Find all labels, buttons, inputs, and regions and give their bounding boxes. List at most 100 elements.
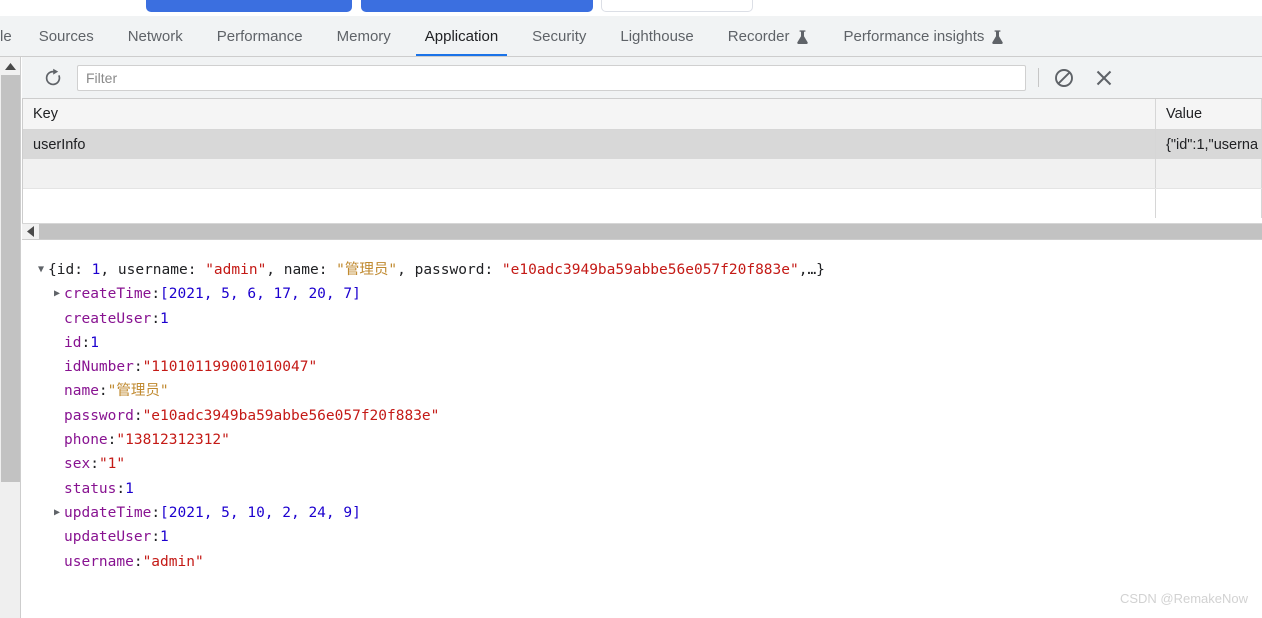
json-property-row[interactable]: updateUser: 1: [22, 525, 1262, 549]
page-primary-button-2[interactable]: [361, 0, 593, 12]
json-token: "admin": [205, 262, 267, 278]
json-property-key: sex: [64, 456, 91, 473]
column-header-value[interactable]: Value: [1155, 99, 1262, 130]
json-token: :: [187, 262, 206, 278]
tab-memory[interactable]: Memory: [320, 16, 408, 56]
tab-label: Lighthouse: [620, 27, 694, 45]
json-root-summary[interactable]: ▼ {id: 1, username: "admin", name: "管理员"…: [22, 258, 1262, 282]
vertical-scrollbar-thumb[interactable]: [1, 75, 20, 482]
json-token: username: [117, 262, 188, 278]
json-colon: :: [133, 407, 143, 424]
json-token: ,: [266, 262, 284, 278]
tab-network[interactable]: Network: [111, 16, 200, 56]
json-property-row[interactable]: phone: "13812312312": [22, 428, 1262, 452]
json-colon: :: [98, 383, 108, 400]
chevron-right-icon[interactable]: ▶: [50, 282, 64, 306]
clear-all-icon[interactable]: [1049, 63, 1079, 93]
tab-recorder[interactable]: Recorder: [711, 16, 827, 56]
chevron-right-icon[interactable]: ▶: [50, 501, 64, 525]
tab-label: Sources: [38, 27, 94, 45]
table-row[interactable]: userInfo {"id":1,"userna: [23, 129, 1262, 159]
toolbar-separator: [1038, 68, 1039, 87]
json-property-value: [2021, 5, 6, 17, 20, 7]: [160, 286, 361, 303]
json-colon: :: [151, 504, 161, 521]
table-row-empty[interactable]: [23, 159, 1262, 189]
tab-label: Security: [532, 27, 587, 45]
tab-console[interactable]: le: [0, 16, 22, 56]
json-property-value: 1: [160, 310, 169, 327]
filter-input[interactable]: [77, 64, 1026, 91]
json-token: id: [56, 262, 75, 278]
delete-selected-icon[interactable]: [1089, 63, 1119, 93]
tab-performance[interactable]: Performance: [200, 16, 320, 56]
json-row-spacer: [50, 452, 64, 476]
page-primary-button-1[interactable]: [146, 0, 352, 12]
json-row-spacer: [50, 477, 64, 501]
json-token: ,: [100, 262, 118, 278]
json-colon: :: [81, 334, 91, 351]
horizontal-scrollbar-thumb[interactable]: [39, 224, 1262, 239]
tab-label: Performance: [216, 27, 303, 45]
json-colon: :: [151, 310, 161, 327]
json-property-key: name: [64, 383, 99, 400]
tab-performance-insights[interactable]: Performance insights: [826, 16, 1021, 56]
json-property-key: updateUser: [64, 529, 152, 546]
cell-value: [1155, 188, 1262, 218]
tab-label: Performance insights: [843, 27, 985, 45]
json-property-key: createTime: [64, 286, 152, 303]
table-row-empty[interactable]: [23, 188, 1262, 218]
json-property-value: 1: [90, 334, 99, 351]
cell-value: [1155, 159, 1262, 189]
table-header-row: Key Value: [23, 99, 1262, 130]
flask-icon: [796, 29, 809, 45]
json-property-row[interactable]: ▶ updateTime: [2021, 5, 10, 2, 24, 9]: [22, 501, 1262, 525]
tab-lighthouse[interactable]: Lighthouse: [603, 16, 710, 56]
tab-sources[interactable]: Sources: [22, 16, 111, 56]
tab-security[interactable]: Security: [515, 16, 603, 56]
json-property-row[interactable]: sex: "1": [22, 452, 1262, 476]
json-property-row[interactable]: name: "管理员": [22, 379, 1262, 403]
json-property-row[interactable]: status: 1: [22, 477, 1262, 501]
json-colon: :: [116, 480, 126, 497]
json-row-spacer: [50, 355, 64, 379]
tab-label: Network: [127, 27, 183, 45]
horizontal-scrollbar[interactable]: [22, 223, 1262, 240]
vertical-scrollbar[interactable]: [0, 57, 21, 618]
json-property-key: status: [64, 480, 117, 497]
json-token: ,: [397, 262, 415, 278]
devtools-tab-bar: le Sources Network Performance Memory Ap…: [0, 16, 1262, 57]
json-property-row[interactable]: id: 1: [22, 331, 1262, 355]
json-row-spacer: [50, 404, 64, 428]
json-colon: :: [107, 432, 117, 449]
tab-label: le: [0, 27, 12, 45]
json-property-row[interactable]: password: "e10adc3949ba59abbe56e057f20f8…: [22, 404, 1262, 428]
json-property-row[interactable]: createUser: 1: [22, 307, 1262, 331]
page-default-button-3[interactable]: [601, 0, 753, 12]
json-property-key: updateTime: [64, 504, 152, 521]
storage-toolbar: [22, 57, 1262, 99]
json-property-value: 1: [160, 529, 169, 546]
scroll-left-arrow-icon[interactable]: [22, 224, 39, 240]
chevron-down-icon[interactable]: ▼: [34, 258, 48, 282]
cell-key: [23, 188, 1156, 218]
tab-application[interactable]: Application: [408, 16, 515, 56]
json-property-key: phone: [64, 432, 108, 449]
json-token: :: [318, 262, 337, 278]
column-header-key[interactable]: Key: [23, 99, 1156, 130]
refresh-icon[interactable]: [39, 64, 67, 92]
json-property-value: [2021, 5, 10, 2, 24, 9]: [160, 504, 361, 521]
json-property-value: 1: [125, 480, 134, 497]
json-row-spacer: [50, 550, 64, 574]
json-colon: :: [133, 553, 143, 570]
json-property-value: "13812312312": [116, 432, 230, 449]
scroll-up-arrow-icon[interactable]: [0, 57, 20, 75]
json-root-summary-text: {id: 1, username: "admin", name: "管理员", …: [48, 258, 825, 282]
page-button-strip: [0, 0, 1262, 16]
json-row-spacer: [50, 428, 64, 452]
json-property-row[interactable]: username: "admin": [22, 550, 1262, 574]
json-property-row[interactable]: ▶ createTime: [2021, 5, 6, 17, 20, 7]: [22, 282, 1262, 306]
json-property-row[interactable]: idNumber: "110101199001010047": [22, 355, 1262, 379]
json-property-key: idNumber: [64, 359, 134, 376]
json-row-spacer: [50, 525, 64, 549]
json-property-value: "e10adc3949ba59abbe56e057f20f883e": [142, 407, 440, 424]
